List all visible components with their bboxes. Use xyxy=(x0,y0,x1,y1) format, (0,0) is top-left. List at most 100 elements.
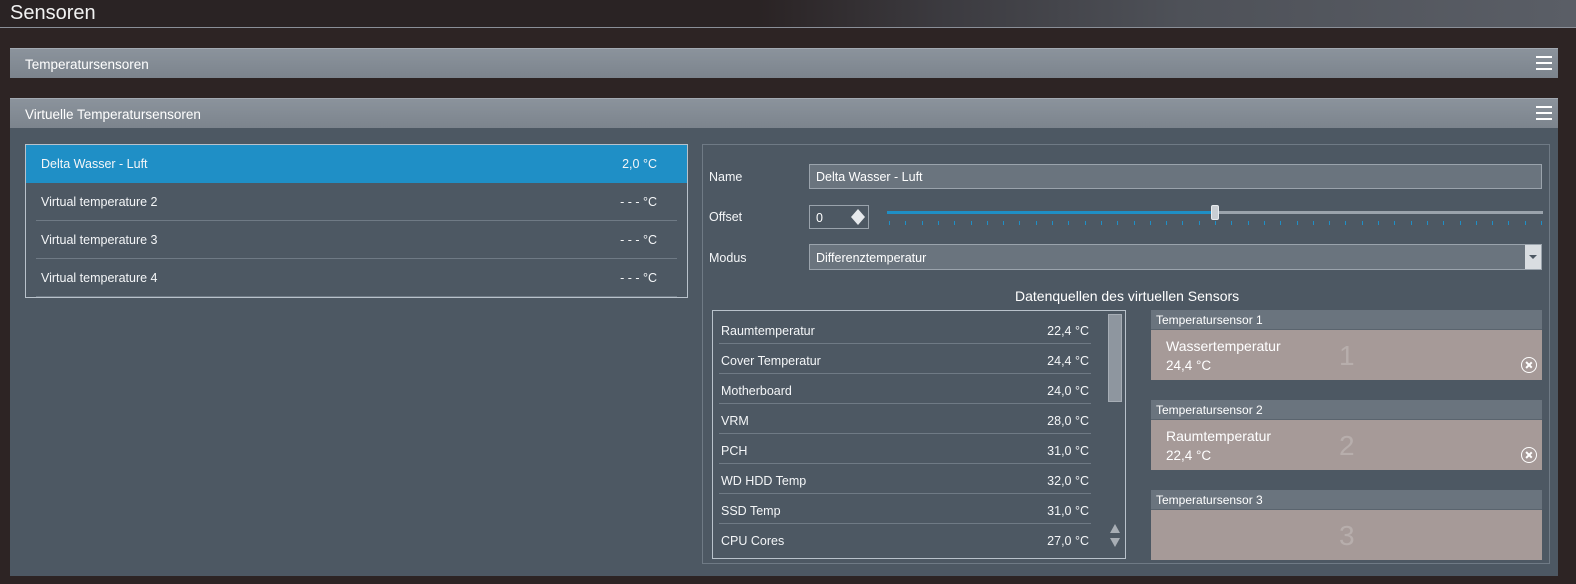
slot-drop-area[interactable]: 2 Raumtemperatur 22,4 °C xyxy=(1151,420,1542,470)
temperature-sensors-panel-header[interactable]: Temperatursensoren xyxy=(10,48,1558,78)
decrement-arrow-icon[interactable] xyxy=(851,217,865,225)
source-name: SSD Temp xyxy=(721,504,781,518)
window-title-bar: Sensoren xyxy=(0,0,1576,28)
name-label: Name xyxy=(709,170,743,184)
remove-icon[interactable] xyxy=(1521,357,1537,373)
slot-title: Temperatursensor 1 xyxy=(1156,313,1263,327)
slider-tick xyxy=(1492,221,1493,225)
sensor-name: Virtual temperature 2 xyxy=(41,195,158,209)
slider-tick xyxy=(922,221,923,225)
chevron-down-icon[interactable] xyxy=(1525,245,1541,269)
slot-title: Temperatursensor 2 xyxy=(1156,403,1263,417)
source-value: 28,0 °C xyxy=(1047,414,1089,428)
mode-label: Modus xyxy=(709,251,747,265)
slider-tick xyxy=(1297,221,1298,225)
source-name: Cover Temperatur xyxy=(721,354,821,368)
slot-sensor-name: Raumtemperatur xyxy=(1166,428,1272,444)
slider-tick xyxy=(1085,221,1086,225)
sensor-value: 2,0 °C xyxy=(622,157,657,171)
source-value: 27,0 °C xyxy=(1047,534,1089,548)
list-item[interactable]: Motherboard 24,0 °C xyxy=(719,374,1091,404)
slider-thumb[interactable] xyxy=(1211,205,1219,220)
virtual-sensor-list: Delta Wasser - Luft 2,0 °C Virtual tempe… xyxy=(25,144,688,298)
list-item[interactable]: Raumtemperatur 22,4 °C xyxy=(719,314,1091,344)
slider-tick xyxy=(1525,221,1526,225)
sensor-name: Delta Wasser - Luft xyxy=(41,157,148,171)
scroll-down-icon[interactable] xyxy=(1110,538,1120,547)
offset-value: 0 xyxy=(816,211,823,225)
menu-icon[interactable] xyxy=(1536,56,1552,70)
offset-slider[interactable] xyxy=(887,203,1543,231)
list-item[interactable]: Delta Wasser - Luft 2,0 °C xyxy=(26,145,687,183)
slider-tick xyxy=(1036,221,1037,225)
slider-tick xyxy=(1508,221,1509,225)
scrollbar-thumb[interactable] xyxy=(1108,314,1122,402)
slider-tick xyxy=(1280,221,1281,225)
virtual-sensors-panel-header[interactable]: Virtuelle Temperatursensoren xyxy=(10,98,1558,128)
list-item[interactable]: Cover Temperatur 24,4 °C xyxy=(719,344,1091,374)
sensor-detail-panel: Name Delta Wasser - Luft Offset 0 Modus … xyxy=(702,144,1550,564)
data-source-list: Raumtemperatur 22,4 °C Cover Temperatur … xyxy=(712,310,1126,559)
slider-tick xyxy=(1231,221,1232,225)
sensor-slot-1[interactable]: Temperatursensor 1 1 Wassertemperatur 24… xyxy=(1151,310,1542,380)
slider-tick xyxy=(1476,221,1477,225)
slider-tick xyxy=(1019,221,1020,225)
slot-title: Temperatursensor 3 xyxy=(1156,493,1263,507)
menu-icon[interactable] xyxy=(1536,106,1552,120)
offset-stepper[interactable]: 0 xyxy=(809,205,869,229)
source-name: Motherboard xyxy=(721,384,792,398)
slider-tick xyxy=(905,221,906,225)
sensor-name: Virtual temperature 4 xyxy=(41,271,158,285)
list-item[interactable]: Virtual temperature 4 - - - °C xyxy=(36,259,677,297)
slider-fill xyxy=(887,211,1215,214)
sensor-value: - - - °C xyxy=(620,195,657,209)
slider-tick xyxy=(1378,221,1379,225)
slider-tick xyxy=(954,221,955,225)
list-item[interactable]: CPU Cores 27,0 °C xyxy=(719,524,1091,554)
slot-drop-area[interactable]: 3 xyxy=(1151,510,1542,560)
sensor-value: - - - °C xyxy=(620,271,657,285)
slider-tick xyxy=(889,221,890,225)
source-name: CPU Cores xyxy=(721,534,785,548)
sensor-slot-2[interactable]: Temperatursensor 2 2 Raumtemperatur 22,4… xyxy=(1151,400,1542,470)
mode-select[interactable]: Differenztemperatur xyxy=(809,244,1542,270)
slot-header: Temperatursensor 2 xyxy=(1151,400,1542,420)
source-value: 22,4 °C xyxy=(1047,324,1089,338)
scrollbar[interactable] xyxy=(1108,314,1122,555)
slider-tick xyxy=(1460,221,1461,225)
list-item[interactable]: PCH 31,0 °C xyxy=(719,434,1091,464)
slider-tick xyxy=(1003,221,1004,225)
slot-drop-area[interactable]: 1 Wassertemperatur 24,4 °C xyxy=(1151,330,1542,380)
slot-sensor-value: 24,4 °C xyxy=(1166,358,1212,373)
remove-icon[interactable] xyxy=(1521,447,1537,463)
list-item[interactable]: Virtual temperature 3 - - - °C xyxy=(36,221,677,259)
list-item[interactable]: WD HDD Temp 32,0 °C xyxy=(719,464,1091,494)
slider-ticks xyxy=(887,221,1543,226)
increment-arrow-icon[interactable] xyxy=(851,209,865,217)
source-value: 24,0 °C xyxy=(1047,384,1089,398)
slider-tick xyxy=(1117,221,1118,225)
slot-number: 1 xyxy=(1339,340,1355,371)
slot-header: Temperatursensor 3 xyxy=(1151,490,1542,510)
slider-tick xyxy=(1101,221,1102,225)
slider-tick xyxy=(1394,221,1395,225)
slider-tick xyxy=(1541,221,1542,225)
source-name: PCH xyxy=(721,444,748,458)
slider-tick xyxy=(1427,221,1428,225)
list-item[interactable]: SSD Temp 31,0 °C xyxy=(719,494,1091,524)
slider-tick xyxy=(1264,221,1265,225)
slot-sensor-name: Wassertemperatur xyxy=(1166,338,1281,354)
slider-tick xyxy=(1411,221,1412,225)
list-item[interactable]: Virtual temperature 2 - - - °C xyxy=(36,183,677,221)
scroll-up-icon[interactable] xyxy=(1110,524,1120,533)
slot-sensor-value: 22,4 °C xyxy=(1166,448,1212,463)
offset-label: Offset xyxy=(709,210,743,224)
slider-tick xyxy=(1182,221,1183,225)
source-name: VRM xyxy=(721,414,749,428)
sensor-slot-3[interactable]: Temperatursensor 3 3 xyxy=(1151,490,1542,560)
sensor-value: - - - °C xyxy=(620,233,657,247)
slider-tick xyxy=(1166,221,1167,225)
slider-tick xyxy=(1134,221,1135,225)
list-item[interactable]: VRM 28,0 °C xyxy=(719,404,1091,434)
name-field[interactable]: Delta Wasser - Luft xyxy=(809,164,1542,189)
